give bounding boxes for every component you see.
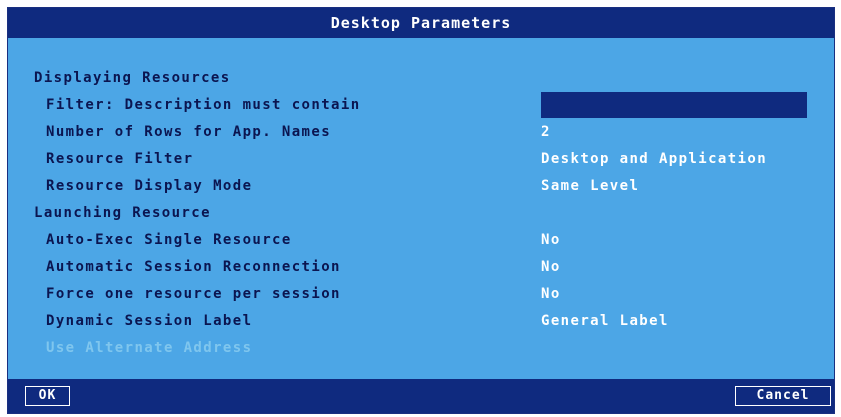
dialog-footer: OK Cancel xyxy=(8,379,834,413)
filter-description-label: Filter: Description must contain xyxy=(46,97,361,113)
auto-reconnect-value[interactable]: No xyxy=(541,256,561,278)
auto-exec-value[interactable]: No xyxy=(541,229,561,251)
section-displaying-resources: Displaying Resources xyxy=(34,70,231,86)
resource-filter-label: Resource Filter xyxy=(46,151,194,167)
dynamic-label-value[interactable]: General Label xyxy=(541,310,669,332)
resource-display-mode-value[interactable]: Same Level xyxy=(541,175,639,197)
alternate-address-label: Use Alternate Address xyxy=(46,340,253,356)
rows-app-names-value[interactable]: 2 xyxy=(541,121,551,143)
ok-button[interactable]: OK xyxy=(25,386,70,406)
dialog-title: Desktop Parameters xyxy=(8,8,834,38)
desktop-parameters-dialog: Desktop Parameters Displaying Resources … xyxy=(7,7,835,414)
rows-app-names-label: Number of Rows for App. Names xyxy=(46,124,332,140)
force-one-resource-label: Force one resource per session xyxy=(46,286,341,302)
dynamic-label-label: Dynamic Session Label xyxy=(46,313,253,329)
cancel-button[interactable]: Cancel xyxy=(735,386,831,406)
filter-description-input[interactable] xyxy=(541,92,807,118)
section-launching-resource: Launching Resource xyxy=(34,205,211,221)
resource-display-mode-label: Resource Display Mode xyxy=(46,178,253,194)
auto-reconnect-label: Automatic Session Reconnection xyxy=(46,259,341,275)
auto-exec-label: Auto-Exec Single Resource xyxy=(46,232,292,248)
resource-filter-value[interactable]: Desktop and Application xyxy=(541,148,767,170)
force-one-resource-value[interactable]: No xyxy=(541,283,561,305)
